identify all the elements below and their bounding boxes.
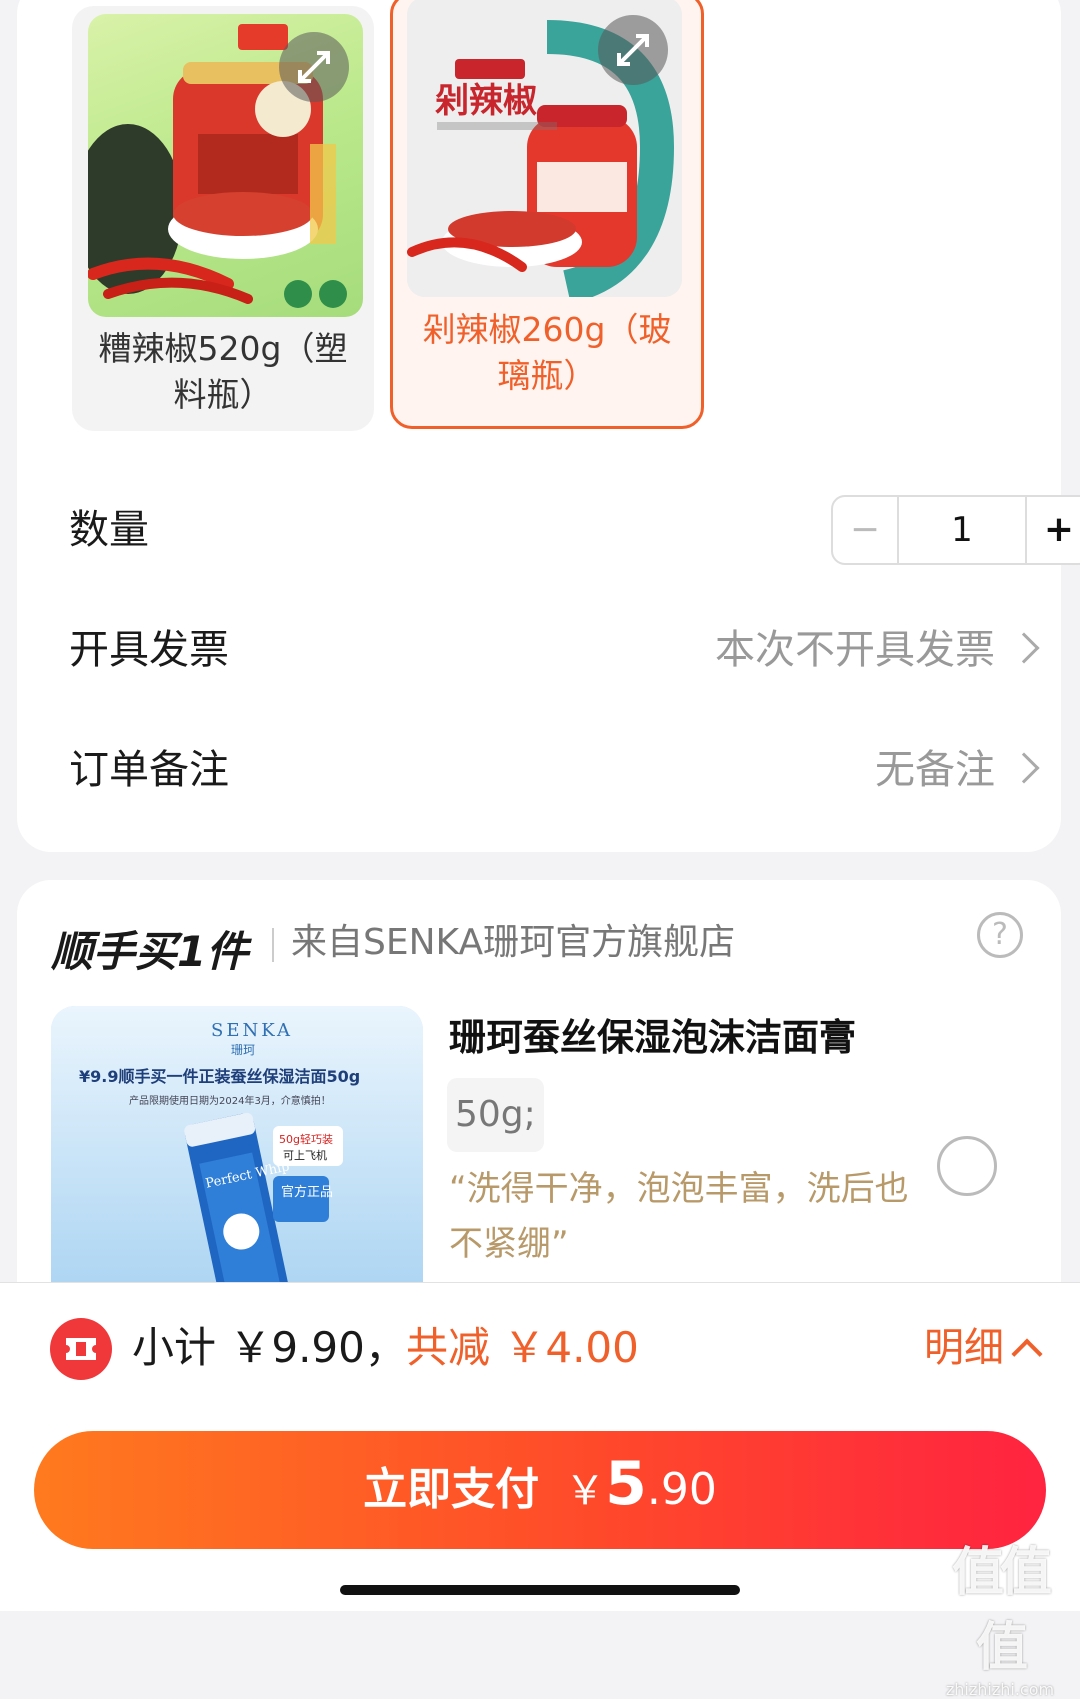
addon-title: 顺手买1件 (51, 927, 249, 976)
addon-purchase-card: 顺手买1件 来自SENKA珊珂官方旗舰店 ? SENKA 珊珂 ¥9.9顺手买一… (17, 880, 1061, 1340)
invoice-row[interactable]: 开具发票 本次不开具发票 (69, 615, 1045, 685)
expand-image-button[interactable] (598, 15, 668, 85)
price-detail-link[interactable]: 明细 (924, 1315, 1004, 1381)
svg-text:剁辣椒: 剁辣椒 (435, 81, 537, 121)
pay-amount-decimal: .90 (646, 1464, 717, 1515)
divider (272, 928, 274, 962)
decrease-button[interactable]: − (833, 497, 899, 563)
image-brand-text: SENKA (211, 1020, 293, 1041)
image-tag-text: 官方正品 (281, 1184, 333, 1200)
order-options-card: 糟辣椒520g（塑料瓶） 剁辣椒 剁辣椒260g（玻璃瓶） 数量 − 1 + 开… (17, 0, 1080, 852)
variant-thumbnail: 剁辣椒 (407, 0, 682, 297)
pay-amount-integer: 5 (605, 1449, 647, 1519)
checkout-bar: 小计 ￥9.90， 共减 ￥4.00 明细 立即支付 ￥5.90 (0, 1282, 1080, 1611)
order-note-value: 无备注 (875, 747, 995, 793)
image-tag-text: 50g轻巧装 (279, 1132, 333, 1146)
image-headline-text: ¥9.9顺手买一件正装蚕丝保湿洁面50g (79, 1067, 360, 1086)
watermark-url: zhizhizhi.com (945, 1680, 1055, 1699)
image-tag-text: 可上飞机 (283, 1148, 327, 1162)
image-brand-cn-text: 珊珂 (231, 1043, 255, 1057)
subtotal-text: 小计 ￥9.90， (132, 1323, 407, 1372)
pay-button-label: 立即支付 (363, 1464, 540, 1515)
addon-product-spec: 50g; (447, 1078, 544, 1152)
variant-label: 剁辣椒260g（玻璃瓶） (422, 310, 672, 395)
addon-product-review: “洗得干净，泡泡丰富，洗后也不紧绷” (449, 1169, 909, 1264)
chevron-right-icon (1008, 752, 1040, 784)
discount-text: 共减 ￥4.00 (406, 1323, 639, 1372)
cleanser-product-image: SENKA 珊珂 ¥9.9顺手买一件正装蚕丝保湿洁面50g 产品限期使用日期为2… (51, 1006, 423, 1306)
order-note-row[interactable]: 订单备注 无备注 (69, 735, 1045, 805)
quantity-row: 数量 − 1 + (69, 495, 1080, 565)
watermark: 值值值 zhizhizhi.com (930, 1530, 1070, 1699)
addon-product-name[interactable]: 珊珂蚕丝保湿泡沫洁面膏 (449, 1012, 856, 1064)
pay-now-button[interactable]: 立即支付 ￥5.90 (34, 1431, 1046, 1549)
invoice-label: 开具发票 (69, 627, 229, 673)
help-icon[interactable]: ? (977, 912, 1023, 958)
chevron-right-icon (1008, 632, 1040, 664)
expand-icon (617, 34, 649, 66)
watermark-logo: 值值值 (951, 1543, 1052, 1678)
expand-icon (298, 51, 330, 83)
variant-option-0[interactable]: 糟辣椒520g（塑料瓶） (72, 6, 374, 431)
addon-select-radio[interactable] (937, 1136, 997, 1196)
addon-product-image[interactable]: SENKA 珊珂 ¥9.9顺手买一件正装蚕丝保湿洁面50g 产品限期使用日期为2… (51, 1006, 423, 1306)
quantity-label: 数量 (69, 507, 149, 553)
invoice-value: 本次不开具发票 (715, 627, 995, 673)
ticket-icon (66, 1338, 96, 1360)
variant-thumbnail (88, 14, 363, 317)
order-note-label: 订单备注 (69, 747, 229, 793)
increase-button[interactable]: + (1025, 497, 1080, 563)
variant-label: 糟辣椒520g（塑料瓶） (98, 329, 348, 414)
expand-image-button[interactable] (279, 32, 349, 102)
coupon-icon (50, 1318, 112, 1380)
home-indicator[interactable] (340, 1585, 740, 1595)
variant-option-1-selected[interactable]: 剁辣椒 剁辣椒260g（玻璃瓶） (390, 0, 704, 429)
quantity-stepper: − 1 + (831, 495, 1080, 565)
addon-store-name: 来自SENKA珊珂官方旗舰店 (291, 922, 736, 963)
image-sub-text: 产品限期使用日期为2024年3月，介意慎拍！ (129, 1094, 331, 1107)
quantity-value[interactable]: 1 (899, 497, 1025, 563)
pay-currency: ￥ (565, 1468, 606, 1514)
chevron-up-icon[interactable] (1011, 1338, 1043, 1370)
